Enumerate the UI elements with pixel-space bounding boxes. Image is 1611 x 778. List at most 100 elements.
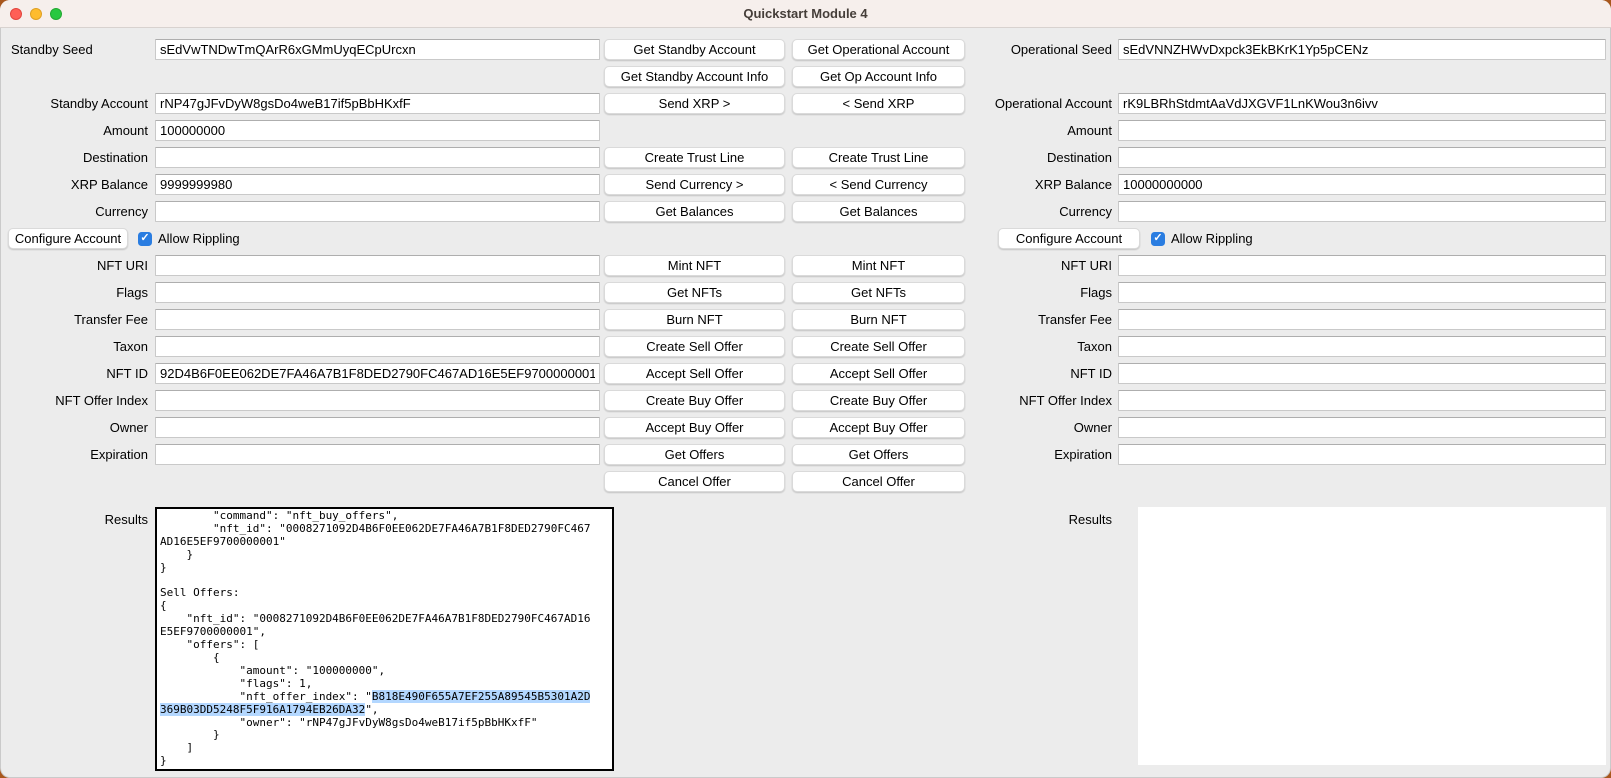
titlebar: Quickstart Module 4 — [0, 0, 1611, 28]
standby-amount-row: Amount — [3, 117, 600, 144]
operational-taxon-label: Taxon — [965, 339, 1118, 354]
operational-results-text[interactable] — [1138, 507, 1606, 765]
spacer-row — [965, 468, 1606, 495]
standby-seed-input[interactable] — [155, 39, 600, 60]
get-operational-account-button[interactable]: Get Operational Account — [792, 39, 965, 60]
get-op-account-info-button[interactable]: Get Op Account Info — [792, 66, 965, 87]
operational-owner-input[interactable] — [1118, 417, 1606, 438]
standby-owner-input[interactable] — [155, 417, 600, 438]
standby-get-offers-button[interactable]: Get Offers — [604, 444, 785, 465]
operational-nft-id-input[interactable] — [1118, 363, 1606, 384]
operational-accept-sell-offer-button[interactable]: Accept Sell Offer — [792, 363, 965, 384]
operational-flags-input[interactable] — [1118, 282, 1606, 303]
standby-transfer-fee-input[interactable] — [155, 309, 600, 330]
standby-transfer-fee-label: Transfer Fee — [3, 312, 155, 327]
operational-xrp-balance-row: XRP Balance — [965, 171, 1606, 198]
get-standby-account-info-button[interactable]: Get Standby Account Info — [604, 66, 785, 87]
standby-get-nfts-button[interactable]: Get NFTs — [604, 282, 785, 303]
operational-destination-row: Destination — [965, 144, 1606, 171]
standby-allow-rippling-checkbox[interactable]: ✓ — [138, 232, 152, 246]
standby-nft-offer-index-input[interactable] — [155, 390, 600, 411]
standby-burn-nft-button[interactable]: Burn NFT — [604, 309, 785, 330]
standby-destination-label: Destination — [3, 150, 155, 165]
spacer-row — [3, 63, 600, 90]
operational-cancel-offer-button[interactable]: Cancel Offer — [792, 471, 965, 492]
operational-configure-account-button[interactable]: Configure Account — [998, 228, 1140, 249]
spacer-row — [604, 225, 785, 252]
operational-get-nfts-button[interactable]: Get NFTs — [792, 282, 965, 303]
standby-nft-id-row: NFT ID — [3, 360, 600, 387]
operational-destination-input[interactable] — [1118, 147, 1606, 168]
send-xrp-right-button[interactable]: Send XRP > — [604, 93, 785, 114]
standby-mint-nft-button[interactable]: Mint NFT — [604, 255, 785, 276]
standby-taxon-row: Taxon — [3, 333, 600, 360]
standby-accept-buy-offer-button[interactable]: Accept Buy Offer — [604, 417, 785, 438]
standby-create-trust-line-button[interactable]: Create Trust Line — [604, 147, 785, 168]
standby-taxon-label: Taxon — [3, 339, 155, 354]
operational-create-buy-offer-button[interactable]: Create Buy Offer — [792, 390, 965, 411]
standby-results-text[interactable]: "command": "nft_buy_offers", "nft_id": "… — [155, 507, 614, 771]
operational-expiration-input[interactable] — [1118, 444, 1606, 465]
standby-results-label: Results — [3, 507, 155, 527]
standby-cancel-offer-button[interactable]: Cancel Offer — [604, 471, 785, 492]
operational-nft-uri-input[interactable] — [1118, 255, 1606, 276]
operational-nft-offer-index-input[interactable] — [1118, 390, 1606, 411]
zoom-button[interactable] — [50, 8, 62, 20]
operational-transfer-fee-input[interactable] — [1118, 309, 1606, 330]
operational-nft-uri-row: NFT URI — [965, 252, 1606, 279]
operational-account-row: Operational Account — [965, 90, 1606, 117]
operational-buttons-column: Get Operational Account Get Op Account I… — [792, 36, 965, 495]
standby-accept-sell-offer-button[interactable]: Accept Sell Offer — [604, 363, 785, 384]
operational-nft-offer-index-row: NFT Offer Index — [965, 387, 1606, 414]
window-content: Standby Seed Standby Account Amount Dest… — [0, 29, 1611, 778]
operational-mint-nft-button[interactable]: Mint NFT — [792, 255, 965, 276]
spacer-row — [3, 468, 600, 495]
standby-configure-account-button[interactable]: Configure Account — [8, 228, 128, 249]
standby-create-sell-offer-button[interactable]: Create Sell Offer — [604, 336, 785, 357]
get-standby-account-button[interactable]: Get Standby Account — [604, 39, 785, 60]
standby-expiration-input[interactable] — [155, 444, 600, 465]
standby-currency-input[interactable] — [155, 201, 600, 222]
operational-account-input[interactable] — [1118, 93, 1606, 114]
operational-nft-offer-index-label: NFT Offer Index — [965, 393, 1118, 408]
send-currency-right-button[interactable]: Send Currency > — [604, 174, 785, 195]
standby-flags-label: Flags — [3, 285, 155, 300]
operational-seed-input[interactable] — [1118, 39, 1606, 60]
standby-xrp-balance-row: XRP Balance — [3, 171, 600, 198]
standby-create-buy-offer-button[interactable]: Create Buy Offer — [604, 390, 785, 411]
operational-amount-input[interactable] — [1118, 120, 1606, 141]
operational-currency-input[interactable] — [1118, 201, 1606, 222]
standby-taxon-input[interactable] — [155, 336, 600, 357]
operational-create-sell-offer-button[interactable]: Create Sell Offer — [792, 336, 965, 357]
send-currency-left-button[interactable]: < Send Currency — [792, 174, 965, 195]
operational-accept-buy-offer-button[interactable]: Accept Buy Offer — [792, 417, 965, 438]
operational-xrp-balance-input[interactable] — [1118, 174, 1606, 195]
standby-amount-input[interactable] — [155, 120, 600, 141]
standby-account-label: Standby Account — [3, 96, 155, 111]
close-button[interactable] — [10, 8, 22, 20]
standby-buttons-column: Get Standby Account Get Standby Account … — [604, 36, 785, 495]
operational-allow-rippling-label: Allow Rippling — [1171, 231, 1253, 246]
operational-taxon-input[interactable] — [1118, 336, 1606, 357]
send-xrp-left-button[interactable]: < Send XRP — [792, 93, 965, 114]
operational-create-trust-line-button[interactable]: Create Trust Line — [792, 147, 965, 168]
standby-amount-label: Amount — [3, 123, 155, 138]
standby-destination-input[interactable] — [155, 147, 600, 168]
minimize-button[interactable] — [30, 8, 42, 20]
standby-nft-offer-index-row: NFT Offer Index — [3, 387, 600, 414]
operational-get-offers-button[interactable]: Get Offers — [792, 444, 965, 465]
standby-configure-row: Configure Account ✓ Allow Rippling — [3, 225, 600, 252]
operational-allow-rippling-checkbox[interactable]: ✓ — [1151, 232, 1165, 246]
standby-xrp-balance-input[interactable] — [155, 174, 600, 195]
standby-nft-id-input[interactable] — [155, 363, 600, 384]
standby-allow-rippling-label: Allow Rippling — [158, 231, 240, 246]
standby-get-balances-button[interactable]: Get Balances — [604, 201, 785, 222]
operational-xrp-balance-label: XRP Balance — [965, 177, 1118, 192]
operational-burn-nft-button[interactable]: Burn NFT — [792, 309, 965, 330]
standby-flags-input[interactable] — [155, 282, 600, 303]
operational-currency-row: Currency — [965, 198, 1606, 225]
operational-get-balances-button[interactable]: Get Balances — [792, 201, 965, 222]
standby-nft-uri-input[interactable] — [155, 255, 600, 276]
standby-account-input[interactable] — [155, 93, 600, 114]
standby-account-row: Standby Account — [3, 90, 600, 117]
